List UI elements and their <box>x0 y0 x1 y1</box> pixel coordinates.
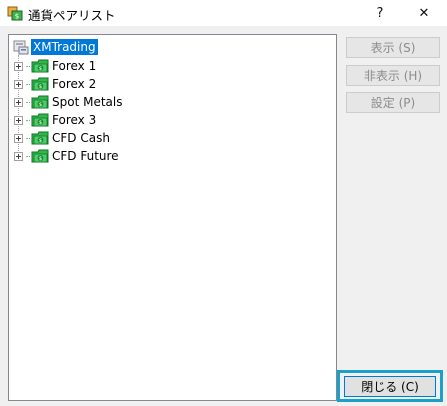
svg-text:$: $ <box>39 84 42 90</box>
svg-text:$: $ <box>39 156 42 162</box>
tree-item-cfd-cash[interactable]: $ CFD Cash <box>14 129 110 147</box>
server-icon <box>13 40 29 55</box>
expand-icon[interactable] <box>14 79 23 89</box>
tree-item-cfd-future[interactable]: $ CFD Future <box>14 147 119 165</box>
folder-icon: $ <box>31 149 49 163</box>
show-button[interactable]: 表示 (S) <box>346 37 440 58</box>
expand-icon[interactable] <box>14 61 23 71</box>
help-button[interactable]: ? <box>366 2 394 24</box>
folder-icon: $ <box>31 95 49 109</box>
svg-text:$: $ <box>39 120 42 126</box>
folder-icon: $ <box>31 59 49 73</box>
tree-item-forex-2[interactable]: $ Forex 2 <box>14 75 96 93</box>
close-window-button[interactable]: ✕ <box>410 2 438 24</box>
tree-item-label: CFD Future <box>52 149 119 163</box>
svg-text:$: $ <box>39 66 42 72</box>
svg-text:$: $ <box>39 102 42 108</box>
title-bar: $ 通貨ペアリスト ? ✕ <box>0 0 447 26</box>
window-title: 通貨ペアリスト <box>28 8 116 23</box>
hide-button[interactable]: 非表示 (H) <box>346 65 440 86</box>
expand-icon[interactable] <box>14 151 23 161</box>
tree-item-label: Spot Metals <box>52 95 123 109</box>
tree-item-forex-3[interactable]: $ Forex 3 <box>14 111 96 129</box>
expand-icon[interactable] <box>14 97 23 107</box>
symbol-tree[interactable]: XMTrading $ Forex 1 $ Forex 2 $ Spot Met… <box>8 34 337 401</box>
folder-icon: $ <box>31 113 49 127</box>
folder-icon: $ <box>31 77 49 91</box>
tree-root-label: XMTrading <box>31 39 98 55</box>
expand-icon[interactable] <box>14 133 23 143</box>
tree-item-label: Forex 2 <box>52 77 97 91</box>
tree-root-node[interactable]: XMTrading <box>13 38 98 56</box>
tree-item-label: Forex 3 <box>52 113 97 127</box>
expand-icon[interactable] <box>14 115 23 125</box>
tree-item-forex-1[interactable]: $ Forex 1 <box>14 57 96 75</box>
close-button[interactable]: 閉じる (C) <box>344 376 436 397</box>
folder-icon: $ <box>31 131 49 145</box>
app-icon: $ <box>7 6 23 21</box>
svg-text:$: $ <box>39 138 42 144</box>
tree-item-label: Forex 1 <box>52 59 97 73</box>
tree-item-label: CFD Cash <box>52 131 110 145</box>
svg-text:$: $ <box>15 13 19 21</box>
settings-button[interactable]: 設定 (P) <box>346 92 440 113</box>
tree-item-spot-metals[interactable]: $ Spot Metals <box>14 93 122 111</box>
